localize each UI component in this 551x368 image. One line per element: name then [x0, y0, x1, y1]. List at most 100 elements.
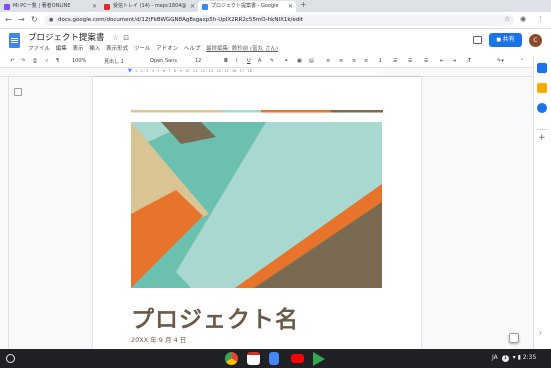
- font-select[interactable]: Open Sans: [150, 58, 177, 64]
- status-tray[interactable]: JA 1 ▾ ▮ 2:35: [492, 354, 536, 362]
- link-icon[interactable]: ⚭: [284, 58, 288, 64]
- lock-icon: ●: [49, 17, 54, 23]
- text-color-button[interactable]: A: [258, 58, 261, 64]
- undo-icon[interactable]: ↶: [10, 58, 14, 64]
- tab-favicon-icon: [4, 4, 10, 10]
- tab-title: 受信トレイ (14) - mepc1804@: [113, 3, 187, 9]
- comment-icon[interactable]: [473, 36, 482, 44]
- line-spacing-icon[interactable]: ↕: [378, 58, 382, 64]
- close-tab-icon[interactable]: ✕: [190, 1, 195, 12]
- menu-tools[interactable]: ツール: [134, 46, 151, 52]
- new-tab-button[interactable]: +: [300, 0, 307, 9]
- clear-format-icon[interactable]: T̸: [468, 58, 471, 64]
- redo-icon[interactable]: ↷: [21, 58, 25, 64]
- italic-button[interactable]: I: [236, 58, 237, 64]
- close-tab-icon[interactable]: ✕: [288, 1, 293, 12]
- chrome-icon[interactable]: [225, 352, 238, 365]
- style-select[interactable]: 見出し 1: [104, 58, 124, 65]
- docs-logo-icon[interactable]: [9, 33, 20, 48]
- ruler-numbers: 1 · 2 · 3 · 4 · 5 · 6 · 7 · 8 · 9 · 10 ·…: [135, 69, 252, 73]
- project-date[interactable]: 20XX 年 9 月 4 日: [131, 334, 186, 344]
- address-bar: ← → ↻ ● docs.google.com/document/d/12tFk…: [0, 12, 551, 29]
- menu-edit[interactable]: 編集: [56, 46, 67, 52]
- avatar[interactable]: C: [529, 34, 542, 47]
- paint-format-icon[interactable]: ¶: [56, 58, 59, 64]
- gmail-icon[interactable]: [247, 352, 260, 365]
- move-folder-icon[interactable]: ⊡: [123, 34, 129, 42]
- doc-title-text[interactable]: プロジェクト提案書: [28, 33, 105, 43]
- docs-icon[interactable]: [269, 352, 279, 365]
- indent-marker-icon[interactable]: ▼: [128, 68, 132, 74]
- font-size-select[interactable]: 12: [195, 58, 201, 64]
- calendar-icon[interactable]: [537, 63, 547, 73]
- docs-icon: [202, 4, 208, 10]
- zoom-select[interactable]: 100%: [72, 58, 86, 64]
- battery-icon: ▮: [517, 354, 521, 361]
- outdent-icon[interactable]: ⇥: [452, 58, 456, 64]
- url-input[interactable]: ● docs.google.com/document/d/12tFkBWGGN8…: [44, 15, 514, 26]
- explore-icon[interactable]: [509, 333, 519, 343]
- forward-icon[interactable]: →: [18, 15, 25, 24]
- horizontal-ruler[interactable]: 1 · 2 · 3 · 4 · 5 · 6 · 7 · 8 · 9 · 10 ·…: [0, 68, 533, 77]
- os-shelf: JA 1 ▾ ▮ 2:35: [0, 349, 551, 368]
- menu-help[interactable]: ヘルプ: [184, 46, 201, 52]
- header-stripe: [131, 110, 383, 113]
- menu-insert[interactable]: 挿入: [89, 46, 100, 52]
- menu-format[interactable]: 表示形式: [106, 46, 128, 52]
- tab-title: Mi PC一覧 | 著者ONLINE: [13, 3, 71, 9]
- spellcheck-icon[interactable]: ✓: [45, 58, 49, 64]
- wifi-icon: ▾: [512, 354, 516, 361]
- editing-mode-icon[interactable]: ✎▾: [497, 58, 504, 64]
- menu-addons[interactable]: アドオン: [156, 46, 178, 52]
- justify-icon[interactable]: ≡: [364, 58, 368, 64]
- keep-icon[interactable]: [537, 83, 547, 93]
- image-icon[interactable]: ▤: [309, 58, 314, 64]
- underline-button[interactable]: U: [247, 58, 251, 64]
- clock: 2:35: [522, 354, 537, 361]
- gmail-icon: [104, 4, 110, 10]
- url-text: docs.google.com/document/d/12tFkBWGGN8Ag…: [58, 17, 303, 23]
- last-edit-link[interactable]: 最終編集: 数秒前 (富丸 さん): [206, 46, 278, 52]
- account-icon[interactable]: ◉: [520, 15, 526, 23]
- document-outline-icon[interactable]: [14, 88, 22, 96]
- comment-add-icon[interactable]: ▣: [297, 58, 302, 64]
- align-right-icon[interactable]: ≡: [352, 58, 356, 64]
- tasks-icon[interactable]: [537, 103, 547, 113]
- document-page[interactable]: プロジェクト名 20XX 年 9 月 4 日: [93, 77, 421, 349]
- vertical-ruler[interactable]: [0, 77, 9, 349]
- close-tab-icon[interactable]: ✕: [92, 1, 97, 12]
- youtube-icon[interactable]: [291, 354, 304, 363]
- formatting-toolbar: ↶ ↷ ⎙ ✓ ¶ 100% 見出し 1 Open Sans 12 B I U …: [0, 56, 551, 68]
- tab-strip: Mi PC一覧 | 著者ONLINE ✕ 受信トレイ (14) - mepc18…: [0, 0, 551, 12]
- doc-title[interactable]: プロジェクト提案書 ☆ ⊡: [28, 31, 129, 43]
- reload-icon[interactable]: ↻: [31, 15, 38, 24]
- align-left-icon[interactable]: ≡: [326, 58, 330, 64]
- indent-icon[interactable]: ⇤: [440, 58, 444, 64]
- menu-file[interactable]: ファイル: [28, 46, 50, 52]
- star-icon[interactable]: ☆: [112, 34, 118, 42]
- menu-view[interactable]: 表示: [73, 46, 84, 52]
- tab-gmail[interactable]: 受信トレイ (14) - mepc1804@ ✕: [100, 1, 198, 12]
- play-store-icon[interactable]: [313, 352, 325, 366]
- highlight-icon[interactable]: ✎: [270, 58, 274, 64]
- print-icon[interactable]: ⎙: [33, 58, 37, 64]
- expand-panel-icon[interactable]: ›: [539, 329, 542, 337]
- bold-button[interactable]: B: [224, 58, 228, 64]
- align-center-icon[interactable]: ≡: [339, 58, 343, 64]
- project-heading[interactable]: プロジェクト名: [131, 300, 299, 334]
- ime-indicator: JA: [492, 354, 498, 361]
- bullet-list-icon[interactable]: ☰: [408, 58, 412, 64]
- checklist-icon[interactable]: ☰: [393, 58, 397, 64]
- tab-mipc[interactable]: Mi PC一覧 | 著者ONLINE ✕: [0, 1, 100, 12]
- tab-docs[interactable]: プロジェクト提案書 - Google ✕: [198, 1, 296, 12]
- launcher-icon[interactable]: [6, 354, 15, 363]
- add-addon-icon[interactable]: +: [538, 133, 546, 143]
- collapse-toolbar-icon[interactable]: ⌃: [520, 58, 524, 64]
- back-icon[interactable]: ←: [5, 15, 12, 24]
- share-button[interactable]: ■ 共有: [489, 33, 522, 47]
- numbered-list-icon[interactable]: ☰: [424, 58, 428, 64]
- notification-badge: 1: [501, 355, 509, 362]
- star-icon[interactable]: ☆: [504, 15, 510, 23]
- more-menu-icon[interactable]: ⋮: [537, 15, 544, 23]
- cover-image: [131, 122, 382, 288]
